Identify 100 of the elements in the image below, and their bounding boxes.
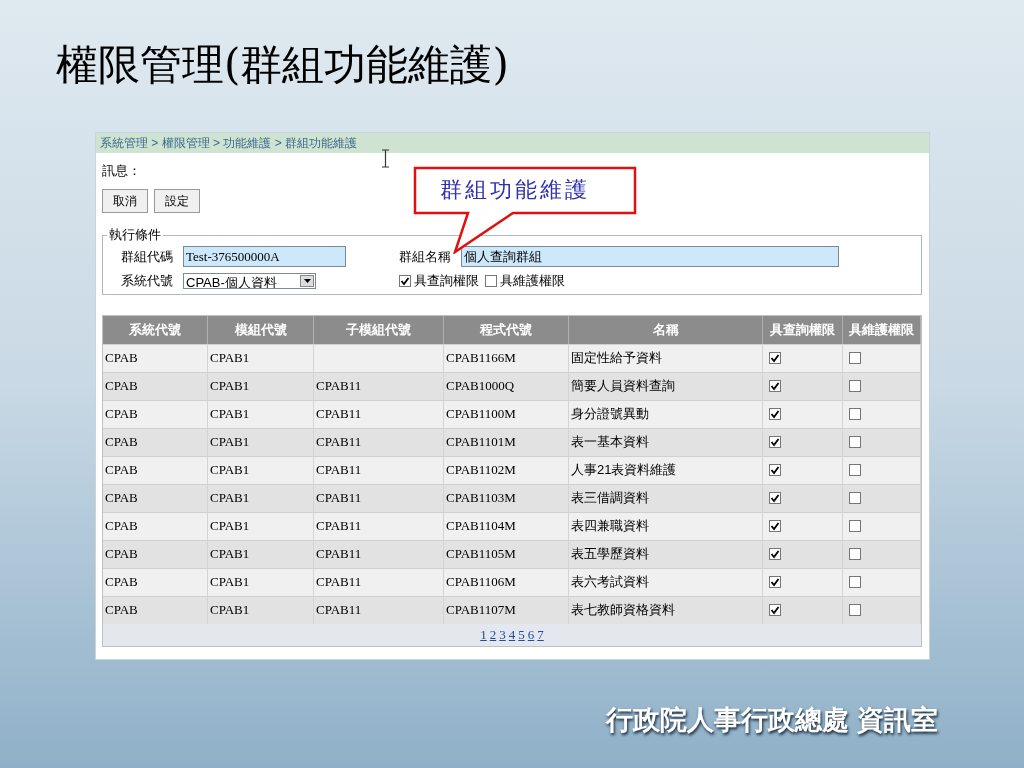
checkbox-label: 具維護權限 — [500, 271, 565, 290]
field-label: 系統代號 — [121, 271, 174, 290]
table-cell-text: CPAB11 — [316, 433, 362, 452]
column-header: 子模組代號 — [314, 315, 444, 344]
checkbox[interactable] — [769, 548, 781, 560]
page-link[interactable]: 3 — [499, 624, 506, 645]
table-cell-text: CPAB1 — [210, 489, 250, 508]
table-cell-text: CPAB1103M — [446, 489, 516, 508]
table-cell-text: CPAB1105M — [446, 545, 516, 564]
table-cell-text: CPAB1102M — [446, 461, 516, 480]
table-cell-text: CPAB — [105, 433, 138, 452]
table-cell-text: CPAB1 — [210, 573, 250, 592]
message-label: 訊息： — [102, 162, 141, 180]
checkbox[interactable] — [769, 352, 781, 364]
column-header: 系統代號 — [103, 315, 208, 344]
table-cell-text: CPAB — [105, 545, 138, 564]
text-cursor-icon — [381, 149, 390, 168]
checkbox[interactable] — [769, 520, 781, 532]
table-cell-text: 表五學歷資料 — [571, 545, 649, 564]
table-cell-text: CPAB — [105, 573, 138, 592]
table-cell-text: CPAB1000Q — [446, 377, 515, 396]
page-link[interactable]: 1 — [480, 624, 487, 645]
page-link[interactable]: 6 — [527, 624, 535, 645]
table-cell-text: CPAB11 — [316, 405, 362, 424]
table-cell-text: CPAB — [105, 405, 138, 424]
checkbox[interactable] — [769, 604, 781, 616]
caret-icon — [303, 278, 311, 283]
table-cell-text: CPAB1 — [210, 601, 250, 620]
field-label: 群組名稱 — [399, 247, 452, 266]
footer-text: 行政院人事行政總處 資訊室 — [606, 704, 938, 737]
page-link[interactable]: 5 — [518, 624, 525, 645]
checkbox[interactable] — [849, 352, 861, 364]
checkbox[interactable] — [849, 576, 861, 588]
page-link[interactable]: 4 — [508, 624, 516, 645]
breadcrumb: 系統管理 > 權限管理 > 功能維護 > 群組功能維護 — [96, 133, 929, 153]
table-cell-text: CPAB11 — [316, 489, 362, 508]
checkbox[interactable] — [769, 408, 781, 420]
field-label: 群組代碼 — [121, 247, 174, 266]
input-field[interactable]: Test-376500000A — [183, 246, 346, 267]
table-cell-text: CPAB1107M — [446, 601, 516, 620]
table-cell-text: 表四兼職資料 — [571, 517, 649, 536]
table-cell-text: 表六考試資料 — [571, 573, 649, 592]
slide-title: 權限管理(群組功能維護) — [56, 44, 509, 86]
checkbox[interactable] — [769, 492, 781, 504]
table-cell-text: CPAB — [105, 517, 138, 536]
callout-text: 群組功能維護 — [440, 176, 590, 204]
column-header: 具維護權限 — [843, 315, 921, 344]
page-link[interactable]: 2 — [489, 624, 497, 645]
checkbox[interactable] — [769, 380, 781, 392]
table-cell-text: CPAB1 — [210, 377, 250, 396]
table-cell-text: CPAB11 — [316, 461, 362, 480]
checkbox[interactable] — [769, 436, 781, 448]
column-header: 模組代號 — [208, 315, 314, 344]
table-cell-text: CPAB1 — [210, 349, 250, 368]
table-cell-text: CPAB — [105, 377, 138, 396]
table-cell-text: CPAB11 — [316, 377, 362, 396]
table-cell-text: CPAB1 — [210, 461, 250, 480]
checkbox[interactable] — [849, 520, 861, 532]
checkbox[interactable] — [769, 576, 781, 588]
table-cell-text: CPAB1101M — [446, 433, 516, 452]
column-header: 具查詢權限 — [763, 315, 843, 344]
table-cell-text: CPAB1 — [210, 433, 250, 452]
table-cell-text: 身分證號異動 — [571, 405, 649, 424]
checkbox[interactable] — [485, 274, 497, 287]
column-header: 名稱 — [569, 315, 763, 344]
table-cell-text: 固定性給予資料 — [571, 349, 662, 368]
table-cell-text: CPAB1104M — [446, 517, 516, 536]
checkbox[interactable] — [849, 408, 861, 420]
checkbox-label: 具查詢權限 — [414, 271, 479, 290]
table-cell-text: 表三借調資料 — [571, 489, 649, 508]
checkbox[interactable] — [769, 464, 781, 476]
button[interactable]: 取消 — [102, 188, 148, 213]
checkbox[interactable] — [849, 604, 861, 616]
checkbox[interactable] — [849, 548, 861, 560]
fieldset-legend: 執行條件 — [107, 226, 163, 243]
table-cell-text: 人事21表資料維護 — [571, 461, 677, 480]
table-cell-text: CPAB1 — [210, 405, 250, 424]
table-cell-text: CPAB1106M — [446, 573, 516, 592]
table-cell-text: CPAB — [105, 601, 138, 620]
checkbox[interactable] — [849, 464, 861, 476]
table-cell-text: CPAB11 — [316, 601, 362, 620]
checkbox[interactable] — [849, 492, 861, 504]
table-cell-text: CPAB1 — [210, 545, 250, 564]
input-field[interactable]: 個人查詢群組 — [461, 246, 839, 267]
table-cell-text: CPAB1100M — [446, 405, 516, 424]
table-cell-text: 簡要人員資料查詢 — [571, 377, 675, 396]
table-cell-text: CPAB11 — [316, 573, 362, 592]
table-cell-text: 表七教師資格資料 — [571, 601, 675, 620]
column-header: 程式代號 — [444, 315, 569, 344]
table-cell-text: CPAB11 — [316, 545, 362, 564]
table-cell-text: CPAB — [105, 349, 138, 368]
page-link[interactable]: 7 — [537, 624, 544, 645]
button[interactable]: 設定 — [154, 188, 200, 213]
table-cell-text: CPAB — [105, 461, 138, 480]
checkbox[interactable] — [399, 274, 411, 287]
table-cell-text: CPAB — [105, 489, 138, 508]
checkbox[interactable] — [849, 436, 861, 448]
checkbox[interactable] — [849, 380, 861, 392]
table-cell-text: 表一基本資料 — [571, 433, 649, 452]
table-cell-text: CPAB1166M — [446, 349, 516, 368]
